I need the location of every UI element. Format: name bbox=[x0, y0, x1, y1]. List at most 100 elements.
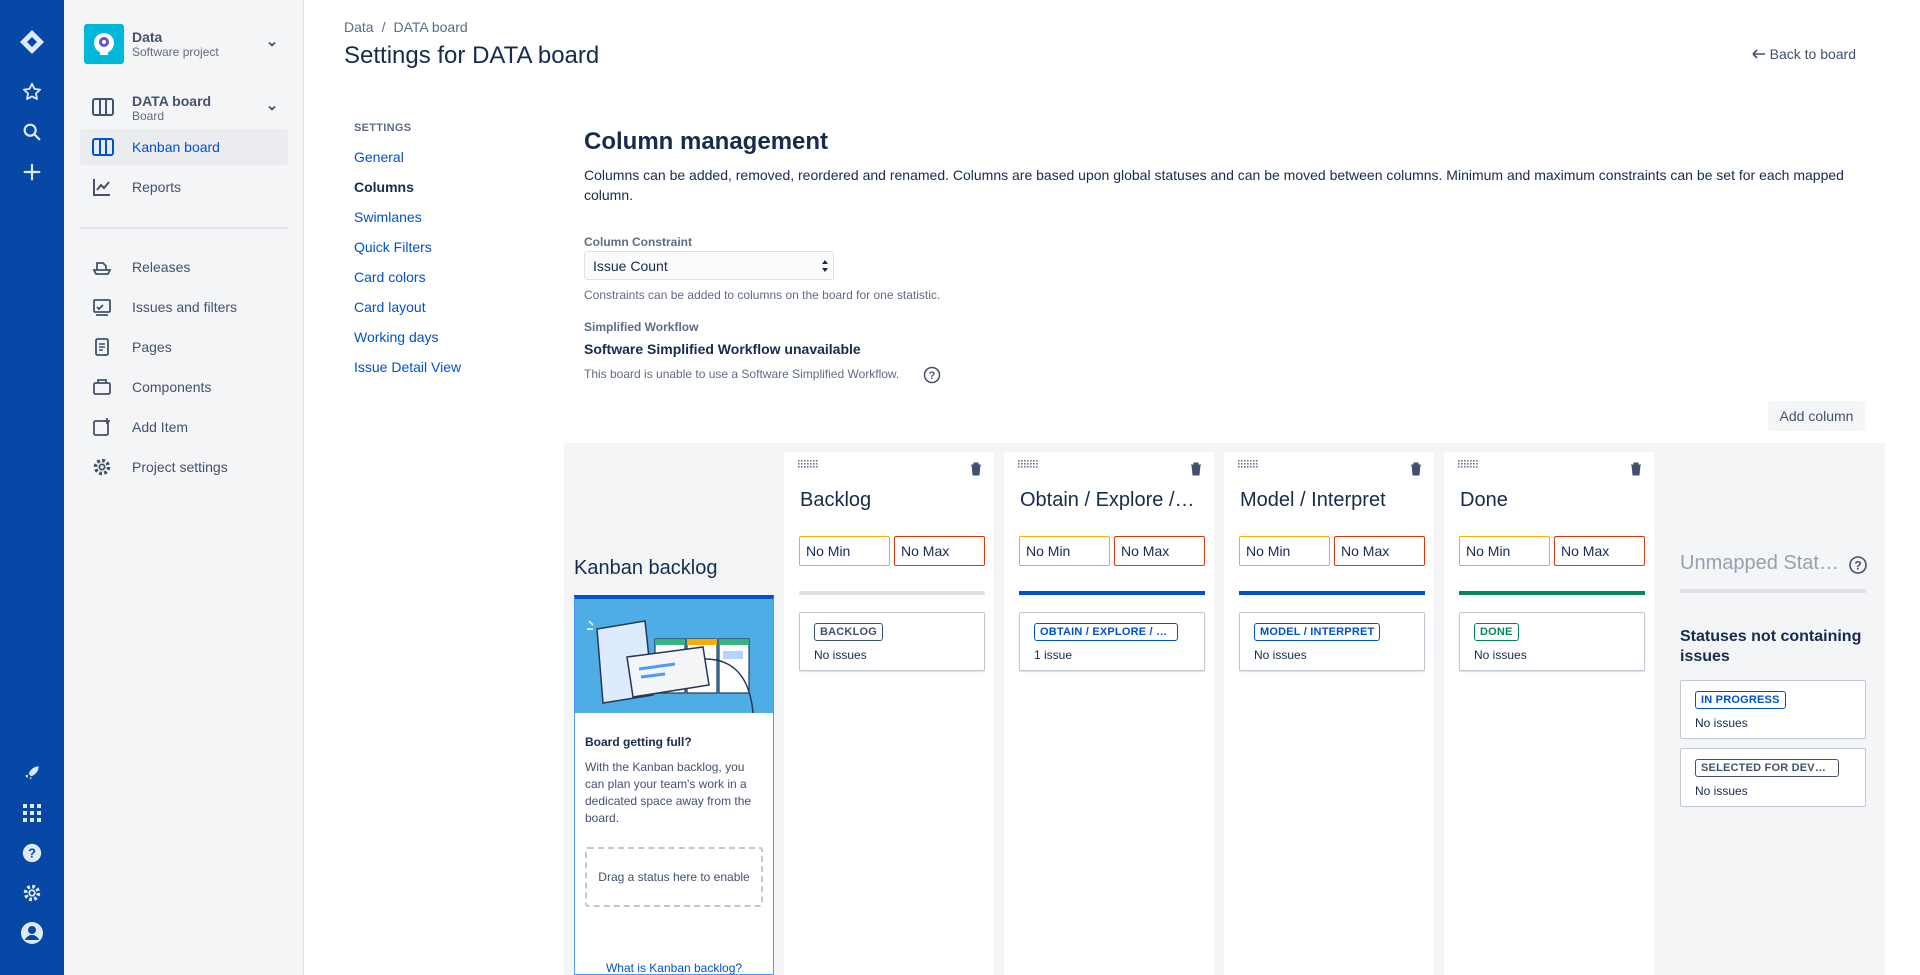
kanban-backlog-link[interactable]: What is Kanban backlog? bbox=[575, 961, 773, 975]
status-card[interactable]: BACKLOG No issues bbox=[799, 612, 985, 671]
column-management-description: Columns can be added, removed, reordered… bbox=[584, 167, 1844, 203]
sidebar-item-label: Add Item bbox=[132, 419, 189, 435]
sidebar-item-label: Components bbox=[132, 379, 212, 395]
project-chevron-down-icon[interactable] bbox=[264, 36, 280, 52]
svg-text:?: ? bbox=[1854, 559, 1861, 573]
column-constraint-label: Column Constraint bbox=[584, 235, 692, 249]
drag-handle-icon[interactable] bbox=[798, 460, 818, 470]
status-count: No issues bbox=[1254, 648, 1307, 662]
status-lozenge: SELECTED FOR DEVELOPMENT bbox=[1695, 759, 1839, 777]
breadcrumb-board[interactable]: DATA board bbox=[393, 19, 467, 35]
settings-gear-icon[interactable] bbox=[16, 877, 48, 909]
app-switcher-icon[interactable] bbox=[16, 797, 48, 829]
status-count: 1 issue bbox=[1034, 648, 1073, 662]
status-card[interactable]: DONE No issues bbox=[1459, 612, 1645, 671]
status-lozenge: IN PROGRESS bbox=[1695, 691, 1786, 709]
column-min-input[interactable]: No Min bbox=[799, 536, 890, 566]
column-min-input[interactable]: No Min bbox=[1019, 536, 1110, 566]
column-name[interactable]: Backlog bbox=[800, 489, 980, 512]
sidebar-item-project-settings[interactable]: Project settings bbox=[80, 449, 288, 485]
settings-nav-card-layout[interactable]: Card layout bbox=[354, 299, 426, 315]
trash-icon[interactable] bbox=[1410, 462, 1422, 476]
sidebar-item-add-item[interactable]: Add Item bbox=[80, 409, 288, 445]
sidebar-item-pages[interactable]: Pages bbox=[80, 329, 288, 365]
column-management-title: Column management bbox=[584, 128, 829, 155]
project-sidebar: Data Software project DATA board Board K… bbox=[64, 0, 304, 975]
board-type: Board bbox=[132, 109, 165, 123]
column-name[interactable]: Obtain / Explore / Scrub bbox=[1020, 489, 1200, 512]
column-bar bbox=[1459, 591, 1645, 595]
sidebar-item-kanban-board[interactable]: Kanban board bbox=[80, 129, 288, 165]
unmapped-help-icon[interactable]: ? bbox=[1848, 555, 1868, 575]
column-min-input[interactable]: No Min bbox=[1459, 536, 1550, 566]
unmapped-statuses-title: Unmapped Statuses bbox=[1680, 552, 1840, 574]
board-column[interactable]: Backlog No Min No Max BACKLOG No issues bbox=[784, 452, 994, 975]
unmapped-status-card[interactable]: SELECTED FOR DEVELOPMENT No issues bbox=[1680, 748, 1866, 807]
help-icon[interactable]: ? bbox=[16, 837, 48, 869]
svg-text:?: ? bbox=[28, 846, 36, 861]
column-max-input[interactable]: No Max bbox=[894, 536, 985, 566]
status-lozenge: DONE bbox=[1474, 623, 1519, 641]
ship-icon bbox=[92, 257, 112, 277]
column-name[interactable]: Done bbox=[1460, 489, 1640, 512]
settings-nav-heading: SETTINGS bbox=[354, 122, 412, 134]
unmapped-bar bbox=[1680, 589, 1866, 593]
board-column[interactable]: Model / Interpret No Min No Max MODEL / … bbox=[1224, 452, 1434, 975]
settings-nav-working-days[interactable]: Working days bbox=[354, 329, 439, 345]
starred-icon[interactable] bbox=[16, 76, 48, 108]
project-name[interactable]: Data bbox=[132, 29, 162, 45]
column-bar bbox=[799, 591, 985, 595]
sidebar-item-releases[interactable]: Releases bbox=[80, 249, 288, 285]
trash-icon[interactable] bbox=[970, 462, 982, 476]
notifications-rocket-icon[interactable] bbox=[16, 757, 48, 789]
column-max-input[interactable]: No Max bbox=[1334, 536, 1425, 566]
select-arrows-icon bbox=[821, 259, 829, 273]
column-bar bbox=[1239, 591, 1425, 595]
jira-logo-icon[interactable] bbox=[16, 26, 48, 58]
kanban-backlog-illustration bbox=[575, 599, 773, 713]
profile-avatar-icon[interactable] bbox=[16, 917, 48, 949]
create-icon[interactable] bbox=[16, 156, 48, 188]
kanban-backlog-card: Board getting full? With the Kanban back… bbox=[574, 595, 774, 975]
settings-nav-card-colors[interactable]: Card colors bbox=[354, 269, 426, 285]
sidebar-item-reports[interactable]: Reports bbox=[80, 169, 288, 205]
trash-icon[interactable] bbox=[1190, 462, 1202, 476]
column-bar bbox=[1019, 591, 1205, 595]
drag-handle-icon[interactable] bbox=[1238, 460, 1258, 470]
add-item-icon bbox=[92, 417, 112, 437]
kanban-backlog-title: Kanban backlog bbox=[574, 557, 718, 579]
project-avatar[interactable] bbox=[84, 24, 124, 64]
global-navigation: ? bbox=[0, 0, 64, 975]
unmapped-status-card[interactable]: IN PROGRESS No issues bbox=[1680, 680, 1866, 739]
column-constraint-select[interactable]: Issue Count bbox=[584, 251, 834, 280]
breadcrumb-project[interactable]: Data bbox=[344, 19, 374, 35]
status-card[interactable]: OBTAIN / EXPLORE / SCRUB 1 issue bbox=[1019, 612, 1205, 671]
board-column[interactable]: Done No Min No Max DONE No issues bbox=[1444, 452, 1654, 975]
sidebar-item-issues-and-filters[interactable]: Issues and filters bbox=[80, 289, 288, 325]
settings-nav-quick-filters[interactable]: Quick Filters bbox=[354, 239, 432, 255]
board-chevron-down-icon[interactable] bbox=[264, 100, 280, 116]
board-name[interactable]: DATA board bbox=[132, 93, 211, 109]
settings-nav-columns[interactable]: Columns bbox=[354, 179, 414, 195]
sidebar-item-label: Pages bbox=[132, 339, 172, 355]
status-count: No issues bbox=[1474, 648, 1527, 662]
board-column[interactable]: Obtain / Explore / Scrub No Min No Max O… bbox=[1004, 452, 1214, 975]
column-max-input[interactable]: No Max bbox=[1554, 536, 1645, 566]
svg-text:?: ? bbox=[929, 370, 936, 382]
kanban-backlog-dropzone[interactable]: Drag a status here to enable bbox=[585, 847, 763, 907]
trash-icon[interactable] bbox=[1630, 462, 1642, 476]
column-max-input[interactable]: No Max bbox=[1114, 536, 1205, 566]
settings-nav-issue-detail-view[interactable]: Issue Detail View bbox=[354, 359, 461, 375]
settings-nav-swimlanes[interactable]: Swimlanes bbox=[354, 209, 422, 225]
column-min-input[interactable]: No Min bbox=[1239, 536, 1330, 566]
column-name[interactable]: Model / Interpret bbox=[1240, 489, 1420, 512]
sidebar-item-components[interactable]: Components bbox=[80, 369, 288, 405]
settings-nav-general[interactable]: General bbox=[354, 149, 404, 165]
search-icon[interactable] bbox=[16, 116, 48, 148]
status-card[interactable]: MODEL / INTERPRET No issues bbox=[1239, 612, 1425, 671]
add-column-button[interactable]: Add column bbox=[1768, 401, 1865, 431]
drag-handle-icon[interactable] bbox=[1018, 460, 1038, 470]
drag-handle-icon[interactable] bbox=[1458, 460, 1478, 470]
back-to-board-link[interactable]: Back to board bbox=[1752, 46, 1856, 62]
workflow-help-icon[interactable]: ? bbox=[923, 366, 941, 384]
